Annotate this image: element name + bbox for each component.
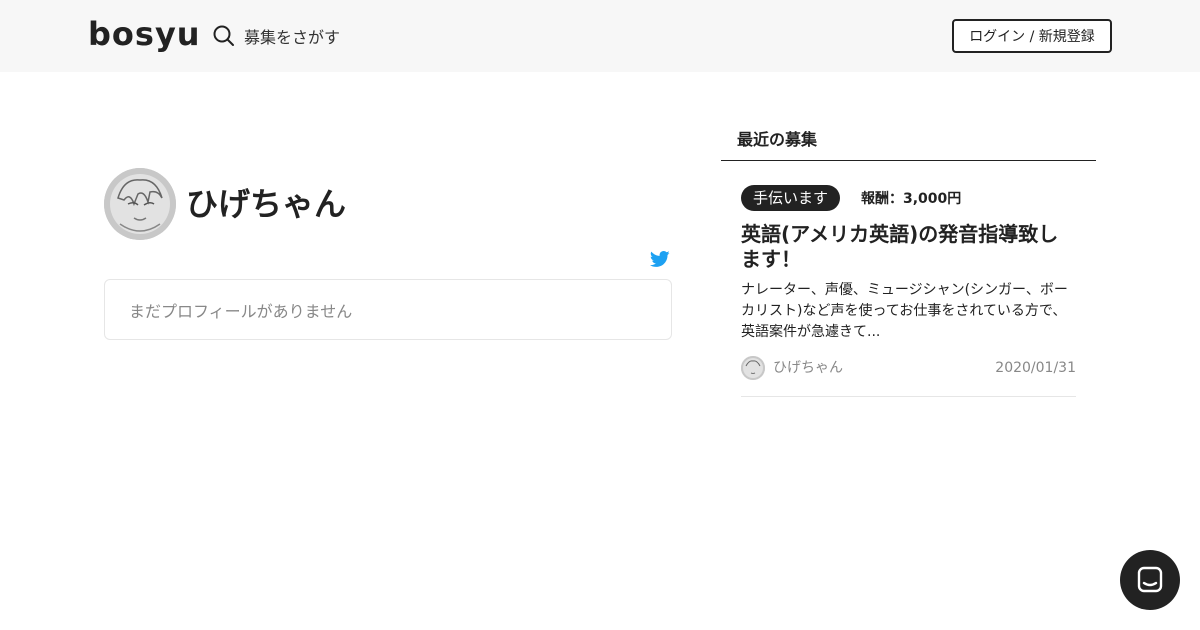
recent-divider	[721, 160, 1096, 161]
post-reward: 報酬：3,000円	[861, 191, 962, 207]
post-tag: 手伝います	[741, 185, 841, 211]
avatar[interactable]	[104, 168, 176, 240]
empty-profile-text: まだプロフィールがありません	[129, 301, 353, 321]
chat-icon	[1137, 566, 1163, 593]
header: bosyu 募集をさがす ログイン / 新規登録	[0, 0, 1200, 72]
post-author-avatar	[741, 356, 765, 380]
login-signup-button[interactable]: ログイン / 新規登録	[952, 19, 1112, 53]
search-label: 募集をさがす	[244, 28, 341, 47]
post-description: ナレーター、声優、ミュージシャン(シンガー、ボーカリスト)など声を使ってお仕事を…	[741, 282, 1068, 340]
post-card[interactable]: 手伝います 報酬：3,000円 英語(アメリカ英語)の発音指導致します！ ナレー…	[741, 184, 1076, 397]
logo[interactable]: bosyu	[88, 12, 201, 56]
search-link[interactable]: 募集をさがす	[212, 22, 340, 50]
search-icon	[213, 25, 234, 46]
post-divider	[741, 396, 1076, 397]
post-title[interactable]: 英語(アメリカ英語)の発音指導致します！	[741, 222, 1076, 272]
post-date: 2020/01/31	[995, 360, 1076, 376]
chat-button[interactable]	[1120, 550, 1180, 610]
post-author-name: ひげちゃん	[773, 360, 843, 376]
profile-box: まだプロフィールがありません	[104, 279, 672, 340]
twitter-icon[interactable]	[650, 249, 670, 269]
recent-posts-title: 最近の募集	[737, 130, 818, 149]
user-name: ひげちゃん	[186, 185, 347, 223]
